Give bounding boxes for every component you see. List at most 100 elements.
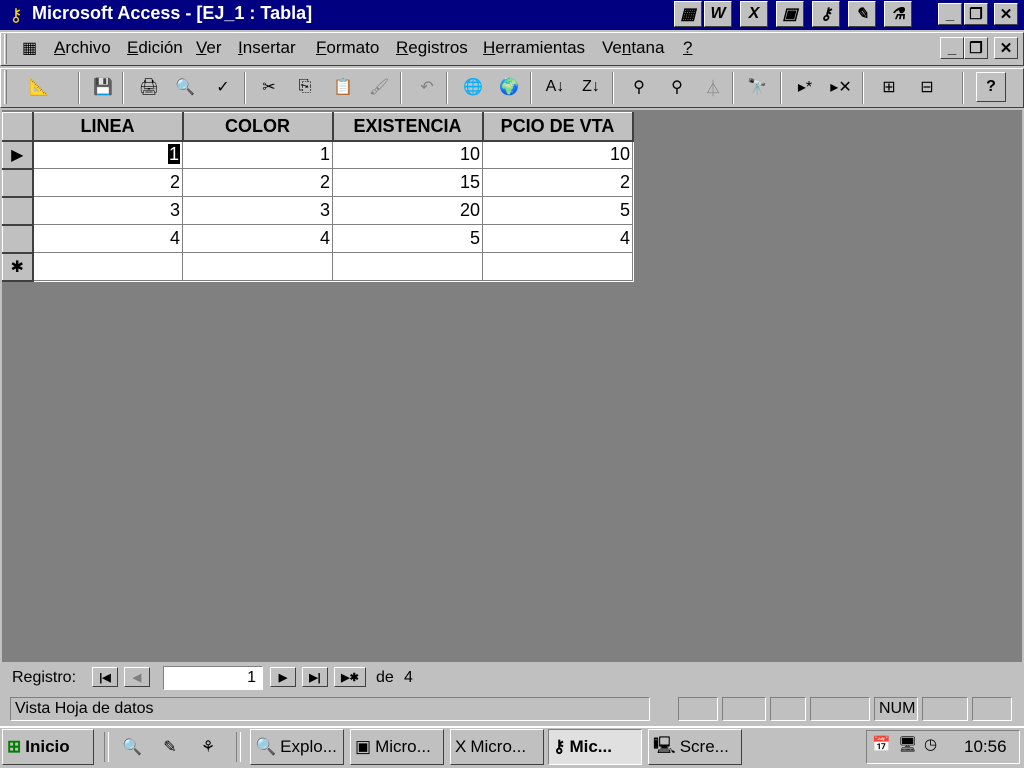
filter-by-selection-icon[interactable]: ⚲ bbox=[624, 72, 654, 102]
taskbar-button[interactable]: ▣ Micro... bbox=[350, 729, 444, 765]
table-cell[interactable] bbox=[482, 252, 633, 281]
child-minimize-button[interactable]: _ bbox=[940, 37, 964, 59]
menu-archivo[interactable]: Archivo bbox=[54, 38, 111, 58]
menu-help[interactable]: ? bbox=[683, 38, 692, 58]
excel-icon[interactable]: X bbox=[740, 1, 768, 27]
start-button[interactable]: ⊞ Inicio bbox=[2, 729, 94, 765]
column-header[interactable]: PCIO DE VTA bbox=[482, 112, 634, 142]
sort-ascending-icon[interactable]: A↓ bbox=[540, 72, 570, 102]
table-cell[interactable]: 5 bbox=[482, 196, 633, 225]
menu-ventana[interactable]: Ventana bbox=[602, 38, 664, 58]
table-cell[interactable]: 5 bbox=[332, 224, 483, 253]
delete-record-icon[interactable]: ▸✕ bbox=[826, 72, 856, 102]
table-cell[interactable]: 4 bbox=[482, 224, 633, 253]
new-object-icon[interactable]: ⊟ bbox=[912, 72, 942, 102]
database-window-icon[interactable]: ⊞ bbox=[874, 72, 904, 102]
table-cell[interactable]: 1 bbox=[32, 140, 183, 169]
child-close-button[interactable]: ✕ bbox=[994, 37, 1018, 59]
table-cell[interactable]: 20 bbox=[332, 196, 483, 225]
menu-herramientas[interactable]: Herramientas bbox=[483, 38, 585, 58]
menu-grip[interactable] bbox=[4, 34, 7, 64]
sort-descending-icon[interactable]: Z↓ bbox=[576, 72, 606, 102]
cut-icon[interactable]: ✂ bbox=[254, 72, 284, 102]
menu-edici-n[interactable]: Edición bbox=[127, 38, 183, 58]
volume-icon[interactable]: ◷ bbox=[924, 735, 937, 753]
copy-icon[interactable]: ⎘ bbox=[290, 72, 320, 102]
table-cell[interactable]: 3 bbox=[182, 196, 333, 225]
table-cell[interactable]: 10 bbox=[482, 140, 633, 169]
menu-registros[interactable]: Registros bbox=[396, 38, 468, 58]
child-restore-button[interactable]: ❐ bbox=[964, 37, 988, 59]
close-button[interactable]: ✕ bbox=[994, 3, 1018, 25]
table-cell[interactable]: 10 bbox=[332, 140, 483, 169]
office-icon[interactable]: ▦ bbox=[674, 1, 702, 27]
table-icon[interactable]: ▦ bbox=[22, 38, 37, 58]
insert-hyperlink-icon[interactable]: 🌐 bbox=[458, 72, 488, 102]
word-icon[interactable]: W bbox=[704, 1, 732, 27]
previous-record-button[interactable]: ◀ bbox=[124, 667, 150, 687]
network-icon[interactable]: 🖥 bbox=[898, 735, 917, 753]
new-record-nav-button[interactable]: ▶✱ bbox=[334, 667, 366, 687]
toolbar-grip[interactable] bbox=[4, 70, 7, 104]
explorer-icon: 🔍 bbox=[255, 737, 277, 756]
powerpoint-icon: ▣ bbox=[355, 737, 372, 756]
powerpoint-icon[interactable]: ▣ bbox=[776, 1, 804, 27]
taskbar-button[interactable]: ⚷ Mic... bbox=[548, 729, 642, 765]
taskbar-button[interactable]: X Micro... bbox=[450, 729, 544, 765]
view-icon[interactable]: 📐 bbox=[24, 72, 54, 102]
table-cell[interactable]: 2 bbox=[32, 168, 183, 197]
format-painter-icon[interactable]: 🖌 bbox=[364, 72, 394, 102]
table-cell[interactable]: 3 bbox=[32, 196, 183, 225]
scheduler-icon[interactable]: 📅 bbox=[872, 735, 891, 753]
table-cell[interactable]: 2 bbox=[482, 168, 633, 197]
outlook-quicklaunch-icon[interactable]: ✎ bbox=[156, 734, 184, 760]
record-selector[interactable]: ▶ bbox=[2, 140, 34, 170]
help-icon[interactable]: ? bbox=[976, 72, 1006, 102]
new-record-icon[interactable]: ▸* bbox=[790, 72, 820, 102]
table-cell[interactable] bbox=[182, 252, 333, 281]
apply-filter-icon[interactable]: ⏃ bbox=[698, 72, 728, 102]
column-header[interactable]: COLOR bbox=[182, 112, 334, 142]
record-selector[interactable] bbox=[2, 196, 34, 226]
key-icon[interactable]: ⚷ bbox=[4, 3, 28, 27]
find-icon[interactable]: 🔭 bbox=[742, 72, 772, 102]
desktop-quicklaunch-icon[interactable]: ⚘ bbox=[194, 734, 222, 760]
table-cell[interactable]: 4 bbox=[182, 224, 333, 253]
restore-button[interactable]: ❐ bbox=[964, 3, 988, 25]
taskbar-button[interactable]: 🖳 Scre... bbox=[648, 729, 742, 765]
web-toolbar-icon[interactable]: 🌍 bbox=[494, 72, 524, 102]
paste-icon[interactable]: 📋 bbox=[328, 72, 358, 102]
explorer-quicklaunch-icon[interactable]: 🔍 bbox=[118, 734, 146, 760]
save-icon[interactable]: 💾 bbox=[88, 72, 118, 102]
record-selector[interactable] bbox=[2, 168, 34, 198]
last-record-button[interactable]: ▶| bbox=[302, 667, 328, 687]
first-record-button[interactable]: |◀ bbox=[92, 667, 118, 687]
undo-icon[interactable]: ↶ bbox=[412, 72, 442, 102]
table-cell[interactable] bbox=[332, 252, 483, 281]
table-cell[interactable]: 2 bbox=[182, 168, 333, 197]
taskbar-button[interactable]: 🔍 Explo... bbox=[250, 729, 344, 765]
spelling-icon[interactable]: ✓ bbox=[208, 72, 238, 102]
access-icon[interactable]: ⚷ bbox=[812, 1, 840, 27]
minimize-button[interactable]: _ bbox=[938, 3, 962, 25]
print-icon[interactable]: 🖨 bbox=[134, 72, 164, 102]
record-selector[interactable] bbox=[2, 224, 34, 254]
record-number-input[interactable]: 1 bbox=[163, 666, 263, 690]
table-cell[interactable]: 15 bbox=[332, 168, 483, 197]
next-record-button[interactable]: ▶ bbox=[270, 667, 296, 687]
select-all-button[interactable] bbox=[2, 112, 34, 142]
column-header[interactable]: EXISTENCIA bbox=[332, 112, 484, 142]
new-record-selector[interactable]: ✱ bbox=[2, 252, 34, 282]
outlook-icon[interactable]: ✎ bbox=[848, 1, 876, 27]
table-cell[interactable]: 1 bbox=[182, 140, 333, 169]
menu-formato[interactable]: Formato bbox=[316, 38, 379, 58]
menu-ver[interactable]: Ver bbox=[196, 38, 222, 58]
binder-icon[interactable]: ⚗ bbox=[884, 1, 912, 27]
print-preview-icon[interactable]: 🔍 bbox=[170, 72, 200, 102]
table-cell[interactable]: 4 bbox=[32, 224, 183, 253]
filter-by-form-icon[interactable]: ⚲ bbox=[662, 72, 692, 102]
cell-value: 4 bbox=[619, 228, 630, 248]
table-cell[interactable] bbox=[32, 252, 183, 281]
menu-insertar[interactable]: Insertar bbox=[238, 38, 296, 58]
column-header[interactable]: LINEA bbox=[32, 112, 184, 142]
